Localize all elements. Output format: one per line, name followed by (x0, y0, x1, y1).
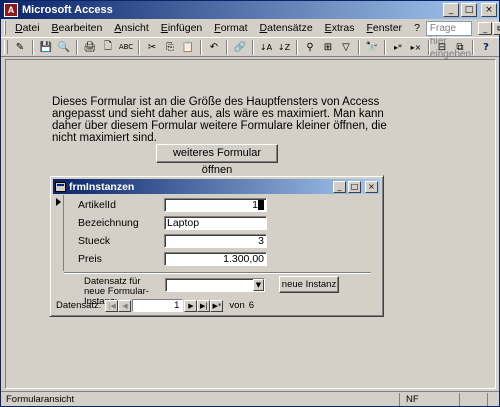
menu-datensaetze[interactable]: Datensätze (254, 22, 319, 34)
hyperlink-icon[interactable]: 🔗 (232, 39, 248, 55)
spellcheck-icon[interactable]: ABC (118, 39, 134, 55)
info-text: Dieses Formular ist an die Größe des Hau… (52, 96, 387, 144)
new-instance-button[interactable]: neue Instanz (279, 276, 339, 293)
status-bar: Formularansicht NF (1, 391, 499, 406)
title-bar[interactable]: A Microsoft Access _ □ × (1, 1, 499, 19)
record-selector[interactable] (54, 195, 64, 271)
toolbar-separator (200, 39, 202, 55)
menu-bar: Datei Bearbeiten Ansicht Einfügen Format… (1, 19, 500, 60)
status-mode: NF (399, 392, 459, 406)
record-count-of-label: von (229, 300, 245, 311)
toolbar-separator (472, 39, 474, 55)
previous-record-button[interactable]: ◀ (118, 299, 132, 312)
access-icon: A (4, 3, 18, 17)
menu-einfuegen[interactable]: Einfügen (155, 22, 208, 34)
toolbar-separator (32, 39, 34, 55)
sort-desc-icon[interactable]: ↓Z (276, 39, 292, 55)
chevron-down-icon[interactable]: ▼ (253, 279, 264, 291)
menu-datei[interactable]: Datei (9, 22, 46, 34)
new-record-icon[interactable]: ▸* (390, 39, 406, 55)
new-record-button[interactable]: ▶* (210, 299, 224, 312)
new-instance-record-combo[interactable]: ▼ (165, 278, 265, 292)
toolbar: ✎ 💾 🔍 🖨 🗋 ABC ✂ ⎘ 📋 ↶ 🔗 ↓A ↓Z ⚲ ⊞ ▽ 🔭 ▸*… (1, 37, 499, 57)
maximize-button[interactable]: □ (461, 3, 477, 17)
new-object-icon[interactable]: ⧉ (452, 39, 468, 55)
label-bezeichnung: Bezeichnung (78, 217, 139, 229)
preis-field[interactable]: 1.300,00 (164, 252, 267, 266)
copy-icon[interactable]: ⎘ (162, 39, 178, 55)
undo-icon[interactable]: ↶ (206, 39, 222, 55)
toolbar-separator (252, 39, 254, 55)
artikelid-field[interactable]: 1 (164, 198, 267, 212)
help-icon[interactable]: ? (478, 39, 494, 55)
doc-minimize-button[interactable]: _ (478, 21, 493, 35)
child-maximize-button[interactable]: □ (348, 180, 361, 193)
toolbar-separator (226, 39, 228, 55)
open-form-button[interactable]: weiteres Formular öffnen (156, 144, 278, 176)
access-main-window: A Microsoft Access _ □ × Datei Bearbeite… (0, 0, 500, 407)
menu-extras[interactable]: Extras (319, 22, 361, 34)
toolbar-separator (296, 39, 298, 55)
menu-grip[interactable] (4, 21, 6, 35)
search-icon[interactable]: 🔍 (56, 39, 72, 55)
filter-selection-icon[interactable]: ⚲ (302, 39, 318, 55)
toolbar-separator (384, 39, 386, 55)
text-cursor (258, 200, 264, 211)
delete-record-icon[interactable]: ▸× (408, 39, 424, 55)
doc-restore-button[interactable]: ⧉ (493, 21, 500, 35)
bezeichnung-field[interactable]: Laptop (164, 216, 267, 230)
print-icon[interactable]: 🖨 (82, 39, 98, 55)
apply-filter-icon[interactable]: ▽ (338, 39, 354, 55)
child-minimize-button[interactable]: _ (333, 180, 346, 193)
database-window-icon[interactable]: ⊟ (434, 39, 450, 55)
resize-grip[interactable] (487, 392, 499, 406)
child-form-title: frmInstanzen (69, 180, 135, 193)
child-form-window: frmInstanzen _ □ × ArtikelId 1 Bezeichnu… (49, 175, 384, 317)
record-nav-label: Datensatz: (56, 300, 102, 311)
toolbar-separator (76, 39, 78, 55)
toolbar-separator (138, 39, 140, 55)
record-detail-area: ArtikelId 1 Bezeichnung Laptop Stueck 3 … (54, 195, 371, 271)
form-client-area: Dieses Formular ist an die Größe des Hau… (5, 59, 496, 389)
last-record-button[interactable]: ▶| (197, 299, 211, 312)
next-record-button[interactable]: ▶ (184, 299, 198, 312)
stueck-field[interactable]: 3 (164, 234, 267, 248)
first-record-button[interactable]: |◀ (105, 299, 119, 312)
app-title: Microsoft Access (22, 4, 113, 16)
form-footer-divider (64, 272, 371, 274)
sort-asc-icon[interactable]: ↓A (258, 39, 274, 55)
menu-format[interactable]: Format (208, 22, 253, 34)
record-navigation: Datensatz: |◀ ◀ 1 ▶ ▶| ▶* von 6 (54, 298, 379, 313)
menu-ansicht[interactable]: Ansicht (108, 22, 154, 34)
record-number-input[interactable]: 1 (132, 299, 184, 312)
filter-form-icon[interactable]: ⊞ (320, 39, 336, 55)
save-icon[interactable]: 💾 (38, 39, 54, 55)
status-text: Formularansicht (6, 393, 75, 405)
child-title-bar[interactable]: frmInstanzen _ □ × (53, 179, 380, 194)
form-icon (55, 181, 66, 192)
design-view-icon[interactable]: ✎ (12, 39, 28, 55)
print-preview-icon[interactable]: 🗋 (100, 39, 116, 55)
menu-help[interactable]: ? (408, 22, 426, 34)
toolbar-grip[interactable] (4, 40, 8, 54)
label-preis: Preis (78, 253, 102, 265)
record-count-total: 6 (248, 300, 255, 311)
toolbar-separator (358, 39, 360, 55)
label-artikelid: ArtikelId (78, 199, 116, 211)
child-close-button[interactable]: × (365, 180, 378, 193)
menu-fenster[interactable]: Fenster (360, 22, 408, 34)
close-button[interactable]: × (481, 3, 497, 17)
minimize-button[interactable]: _ (443, 3, 459, 17)
cut-icon[interactable]: ✂ (144, 39, 160, 55)
help-search-input[interactable]: Frage hier eingeben (425, 20, 473, 60)
find-icon[interactable]: 🔭 (364, 39, 380, 55)
status-panel (459, 392, 487, 406)
menu-bearbeiten[interactable]: Bearbeiten (46, 22, 109, 34)
current-record-arrow-icon (56, 198, 61, 206)
toolbar-separator (428, 39, 430, 55)
paste-icon[interactable]: 📋 (180, 39, 196, 55)
label-stueck: Stueck (78, 235, 111, 247)
